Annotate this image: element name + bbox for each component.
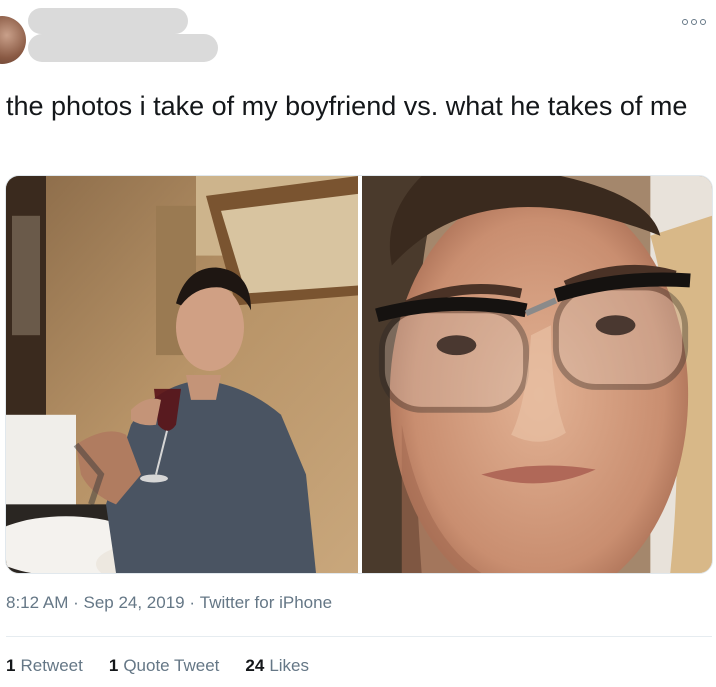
retweets-stat[interactable]: 1 Retweet	[6, 656, 83, 676]
more-options-icon[interactable]	[682, 14, 706, 30]
tweet-time[interactable]: 8:12 AM	[6, 593, 68, 613]
tweet-media[interactable]	[5, 175, 713, 574]
photo-girlfriend-image	[362, 176, 712, 573]
tweet-text: the photos i take of my boyfriend vs. wh…	[6, 91, 688, 121]
likes-stat[interactable]: 24 Likes	[245, 656, 309, 676]
meta-separator: ·	[68, 593, 84, 612]
redacted-display-name	[28, 8, 188, 34]
tweet-source[interactable]: Twitter for iPhone	[200, 593, 332, 613]
tweet-date[interactable]: Sep 24, 2019	[83, 593, 184, 613]
photo-boyfriend[interactable]	[6, 176, 358, 573]
avatar[interactable]	[0, 16, 26, 64]
quotes-stat[interactable]: 1 Quote Tweet	[109, 656, 220, 676]
tweet-meta: 8:12 AM · Sep 24, 2019 · Twitter for iPh…	[6, 593, 332, 613]
retweets-count: 1	[6, 656, 16, 675]
quotes-label: Quote Tweet	[123, 656, 220, 675]
redacted-handle	[28, 34, 218, 62]
photo-girlfriend[interactable]	[362, 176, 712, 573]
tweet-header	[0, 0, 716, 78]
meta-separator: ·	[184, 593, 200, 612]
likes-label: Likes	[269, 656, 310, 675]
tweet-stats: 1 Retweet 1 Quote Tweet 24 Likes	[6, 656, 335, 676]
quotes-count: 1	[108, 656, 119, 675]
likes-count: 24	[245, 656, 265, 675]
photo-boyfriend-image	[6, 176, 358, 573]
retweets-label: Retweet	[20, 656, 83, 675]
divider	[6, 636, 712, 637]
